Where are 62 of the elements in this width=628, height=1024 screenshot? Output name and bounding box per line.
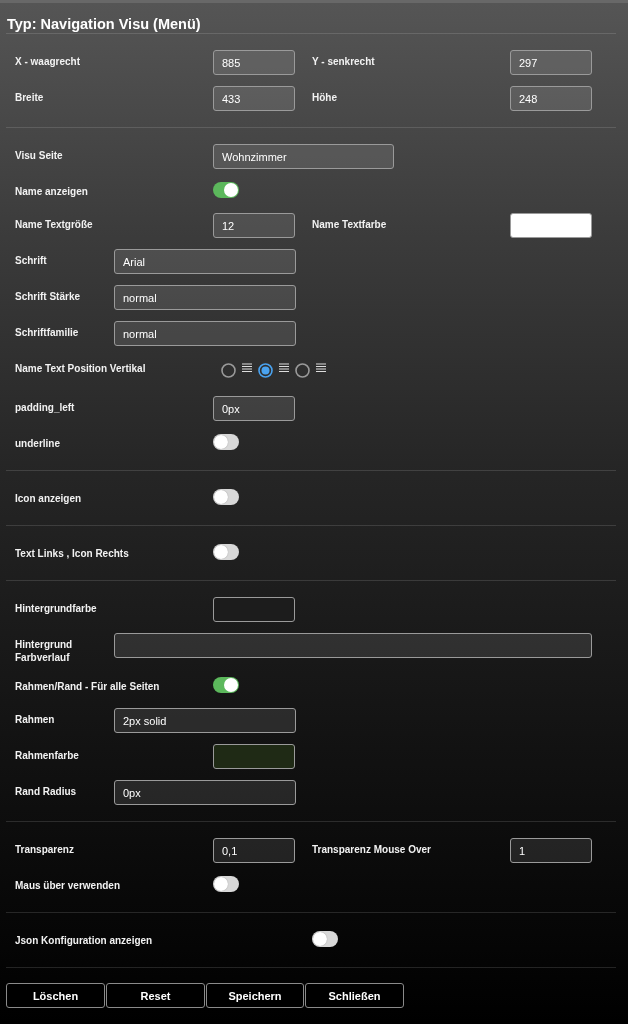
input-field[interactable]: 12 [213,213,295,238]
action-button[interactable]: Reset [106,983,205,1008]
field-label: Schrift Stärke [15,290,82,303]
field-label: Rahmen [15,713,56,726]
radio-button[interactable] [295,363,310,378]
text-lines-icon [242,363,252,373]
text-lines-icon [279,363,289,373]
field-label: Name Text Position Vertikal [15,362,147,375]
field-label: Name Textfarbe [312,218,388,231]
radio-button[interactable] [221,363,236,378]
field-label: padding_left [15,401,76,414]
field-label: Visu Seite [15,149,64,162]
input-field[interactable]: 248 [510,86,592,111]
field-label: Json Konfiguration anzeigen [15,934,154,947]
field-label: Rahmenfarbe [15,749,80,762]
input-field[interactable]: normal [114,285,296,310]
toggle-switch[interactable] [312,931,338,947]
input-field[interactable]: 433 [213,86,295,111]
action-button[interactable]: Schließen [305,983,404,1008]
dialog-title: Typ: Navigation Visu (Menü) [6,15,201,32]
field-label: Y - senkrecht [312,55,376,68]
color-field[interactable] [213,597,295,622]
input-field[interactable]: Arial [114,249,296,274]
field-label: Icon anzeigen [15,492,83,505]
input-field[interactable]: 0px [114,780,296,805]
toggle-switch[interactable] [213,677,239,693]
field-label: Name Textgröße [15,218,94,231]
toggle-switch[interactable] [213,434,239,450]
field-label: X - waagrecht [15,55,82,68]
field-label: Name anzeigen [15,185,89,198]
field-label: Rand Radius [15,785,78,798]
input-field[interactable] [114,633,592,658]
input-field[interactable]: 885 [213,50,295,75]
field-label: Schrift [15,254,48,267]
field-label: Hintergrundfarbe [15,602,98,615]
toggle-switch[interactable] [213,182,239,198]
input-field[interactable]: normal [114,321,296,346]
toggle-switch[interactable] [213,876,239,892]
action-button[interactable]: Speichern [206,983,304,1008]
field-label: Maus über verwenden [15,879,122,892]
field-label: Hintergrund Farbverlauf [15,638,74,664]
toggle-switch[interactable] [213,489,239,505]
field-label: Schriftfamilie [15,326,80,339]
field-label: Höhe [312,91,338,104]
color-field[interactable] [213,744,295,769]
input-field[interactable]: 0,1 [213,838,295,863]
field-label: Transparenz [15,843,75,856]
input-field[interactable]: 297 [510,50,592,75]
input-field[interactable]: 0px [213,396,295,421]
field-label: Rahmen/Rand - Für alle Seiten [15,680,161,693]
input-field[interactable]: Wohnzimmer [213,144,394,169]
field-label: Breite [15,91,45,104]
text-lines-icon [316,363,326,373]
action-button[interactable]: Löschen [6,983,105,1008]
field-label: underline [15,437,61,450]
radio-button[interactable] [258,363,273,378]
field-label: Transparenz Mouse Over [312,843,432,856]
toggle-switch[interactable] [213,544,239,560]
input-field[interactable]: 2px solid [114,708,296,733]
field-label: Text Links , Icon Rechts [15,547,130,560]
color-field[interactable] [510,213,592,238]
input-field[interactable]: 1 [510,838,592,863]
